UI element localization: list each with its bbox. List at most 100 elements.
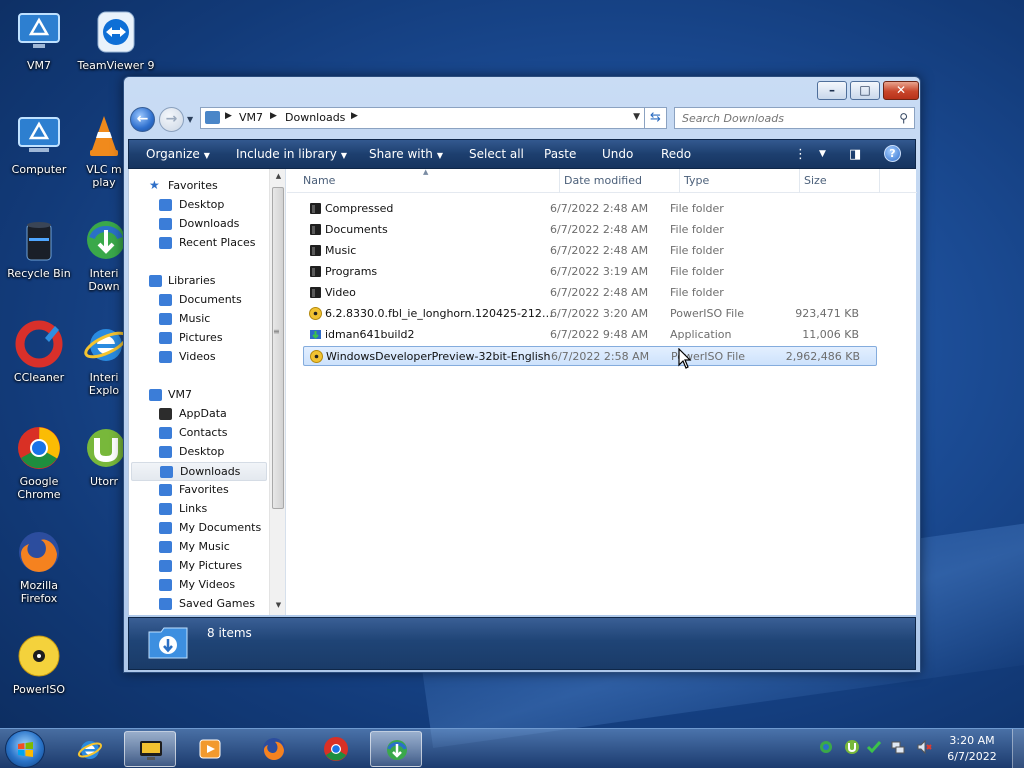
nav-vm7-saved-games[interactable]: Saved Games [129,595,268,614]
taskbar-internet-download-manager[interactable] [370,731,422,767]
column-divider[interactable] [879,169,880,193]
paste-button[interactable]: Paste [544,147,576,161]
file-row[interactable]: 6.2.8330.0.fbl_ie_longhorn.120425-2121_x… [303,304,877,324]
file-row-selected[interactable]: WindowsDeveloperPreview-32bit-English 6/… [303,346,877,366]
redo-button[interactable]: Redo [661,147,691,161]
nav-fav-downloads[interactable]: Downloads [129,215,268,234]
file-row[interactable]: Music 6/7/2022 2:48 AM File folder [303,241,877,261]
nav-libraries[interactable]: Libraries [129,272,268,291]
undo-button[interactable]: Undo [602,147,633,161]
start-button[interactable] [5,730,45,768]
refresh-button[interactable]: ⇆ [644,107,667,129]
search-input[interactable] [682,109,892,127]
scroll-down-icon[interactable]: ▼ [270,601,285,609]
nav-favorites[interactable]: ★ Favorites [129,177,268,196]
network-icon[interactable] [890,739,906,755]
network-globe-icon[interactable] [818,739,834,755]
view-options-icon[interactable]: ⋮ [794,147,807,162]
action-center-icon[interactable] [866,739,882,755]
address-dropdown-icon[interactable]: ▼ [633,112,640,122]
desktop-icon-vm7[interactable]: VM7 [0,8,79,72]
taskbar-chrome[interactable] [310,731,362,767]
nav-vm7-my-music[interactable]: My Music [129,538,268,557]
nav-vm7-favorites[interactable]: Favorites [129,481,268,500]
clock[interactable]: 3:20 AM 6/7/2022 [944,733,1000,765]
videos-icon [159,351,172,363]
nav-scrollbar[interactable]: ▲ ≡ ▼ [269,169,285,615]
view-dropdown-icon[interactable]: ▼ [819,149,826,159]
nav-vm7-links[interactable]: Links [129,500,268,519]
nav-vm7-desktop[interactable]: Desktop [129,443,268,462]
scroll-up-icon[interactable]: ▲ [270,172,285,180]
chevron-right-icon[interactable]: ▶ [351,111,358,121]
breadcrumb-vm7[interactable]: VM7 [239,111,263,124]
maximize-button[interactable]: □ [850,81,880,100]
pictures-icon [159,332,172,344]
utorrent-tray-icon[interactable] [844,739,860,755]
volume-muted-icon[interactable] [916,739,932,755]
desktop-icon-chrome[interactable]: Google Chrome [0,424,79,501]
taskbar-firefox[interactable] [248,731,300,767]
column-divider[interactable] [799,169,800,193]
search-icon[interactable]: ⚲ [899,111,908,125]
address-bar[interactable]: ▶ VM7 ▶ Downloads ▶ ▼ [200,107,645,129]
organize-button[interactable]: Organize ▼ [146,147,210,161]
column-divider[interactable] [679,169,680,193]
taskbar-internet-explorer[interactable] [64,731,116,767]
desktop-icon-ie[interactable]: Interi Explo [82,320,126,397]
details-pane: 8 items [128,617,916,670]
desktop-icon-recycle-bin[interactable]: Recycle Bin [0,216,79,280]
desktop-icon-computer[interactable]: Computer [0,112,79,176]
forward-button[interactable]: → [159,107,184,132]
include-in-library-button[interactable]: Include in library ▼ [236,147,347,161]
taskbar-media-player[interactable] [184,731,236,767]
file-row[interactable]: Programs 6/7/2022 3:19 AM File folder [303,262,877,282]
scroll-thumb[interactable] [272,187,284,509]
nav-vm7-downloads[interactable]: Downloads [131,462,267,481]
back-button[interactable]: ← [130,107,155,132]
nav-lib-pictures[interactable]: Pictures [129,329,268,348]
desktop-icon-ccleaner[interactable]: CCleaner [0,320,79,384]
nav-vm7-my-videos[interactable]: My Videos [129,576,268,595]
recent-pages-dropdown[interactable]: ▼ [187,115,193,124]
nav-fav-desktop[interactable]: Desktop [129,196,268,215]
nav-lib-documents[interactable]: Documents [129,291,268,310]
close-button[interactable]: ✕ [883,81,919,100]
file-row[interactable]: Video 6/7/2022 2:48 AM File folder [303,283,877,303]
desktop-icon-firefox[interactable]: Mozilla Firefox [0,528,79,605]
file-date: 6/7/2022 2:48 AM [550,223,649,236]
minimize-button[interactable]: – [817,81,847,100]
nav-vm7[interactable]: VM7 [129,386,268,405]
disc-icon [310,350,323,363]
share-with-button[interactable]: Share with ▼ [369,147,443,161]
help-icon[interactable]: ? [884,145,901,162]
column-divider[interactable] [559,169,560,193]
column-type[interactable]: Type [684,174,709,187]
nav-vm7-my-documents[interactable]: My Documents [129,519,268,538]
nav-vm7-appdata[interactable]: AppData [129,405,268,424]
desktop-icon-utorrent[interactable]: Utorr [82,424,126,488]
nav-lib-videos[interactable]: Videos [129,348,268,367]
desktop-icon-poweriso[interactable]: PowerISO [0,632,79,696]
breadcrumb-downloads[interactable]: Downloads [285,111,345,124]
file-row[interactable]: Documents 6/7/2022 2:48 AM File folder [303,220,877,240]
nav-fav-recent-places[interactable]: Recent Places [129,234,268,253]
preview-pane-icon[interactable]: ◨ [849,147,861,162]
nav-lib-music[interactable]: Music [129,310,268,329]
chevron-right-icon[interactable]: ▶ [270,111,277,121]
desktop-icon-teamviewer[interactable]: TeamViewer 9 [76,8,156,72]
column-date-modified[interactable]: Date modified [564,174,642,187]
select-all-button[interactable]: Select all [469,147,524,161]
file-row[interactable]: Compressed 6/7/2022 2:48 AM File folder [303,199,877,219]
show-desktop-button[interactable] [1012,729,1024,768]
desktop-icon-idm[interactable]: Interi Down [82,216,126,293]
file-row[interactable]: idman641build2 6/7/2022 9:48 AM Applicat… [303,325,877,345]
taskbar-virtual-machine[interactable] [124,731,176,767]
arrow-right-icon: → [165,111,178,127]
search-box[interactable]: ⚲ [674,107,915,129]
column-name[interactable]: Name [303,174,335,187]
documents-icon [159,294,172,306]
nav-vm7-my-pictures[interactable]: My Pictures [129,557,268,576]
nav-vm7-contacts[interactable]: Contacts [129,424,268,443]
column-size[interactable]: Size [804,174,827,187]
